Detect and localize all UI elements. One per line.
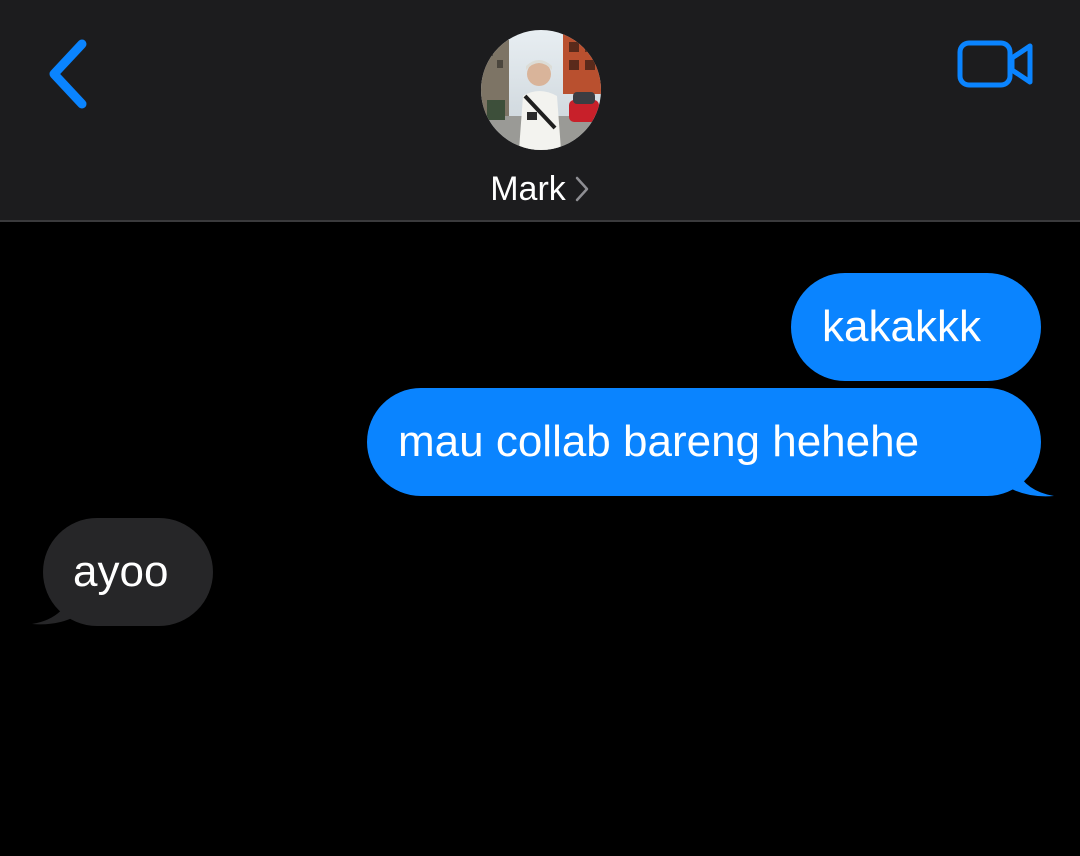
facetime-video-button[interactable] <box>956 38 1036 92</box>
bubble-tail-outgoing <box>1010 456 1054 497</box>
chevron-right-icon <box>575 176 589 202</box>
bubble-tail-incoming <box>32 584 76 625</box>
message-bubble-outgoing[interactable]: kakakkk <box>791 273 1041 381</box>
contact-avatar[interactable] <box>481 30 601 150</box>
contact-details-link[interactable]: Mark <box>0 166 1080 212</box>
message-text: kakakkk <box>822 302 981 351</box>
back-button[interactable] <box>40 36 96 112</box>
message-bubble-outgoing[interactable]: mau collab bareng hehehe <box>367 388 1041 496</box>
messages-screen: Mark kakakkk mau collab bareng hehehe ay… <box>0 0 1080 856</box>
conversation-header: Mark <box>0 0 1080 222</box>
message-text: ayoo <box>73 547 169 596</box>
chevron-left-icon <box>49 39 87 109</box>
message-text: mau collab bareng hehehe <box>398 417 920 466</box>
contact-name: Mark <box>490 170 566 208</box>
avatar-photo <box>481 30 601 150</box>
video-camera-icon <box>957 40 1033 88</box>
